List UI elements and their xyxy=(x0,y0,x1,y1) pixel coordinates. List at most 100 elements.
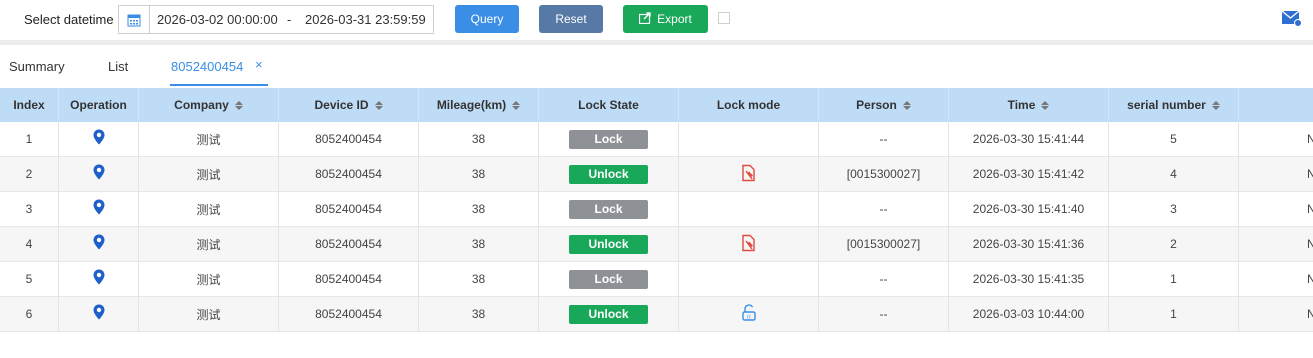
active-tab-indicator xyxy=(170,84,268,86)
header-mileage[interactable]: Mileage(km) xyxy=(419,88,539,122)
cell-mileage: 38 xyxy=(419,157,539,191)
cell-extra: N xyxy=(1307,167,1313,181)
cell-operation xyxy=(59,157,139,191)
location-pin-icon[interactable] xyxy=(93,269,105,289)
cell-serial-number: 1 xyxy=(1109,262,1239,296)
cell-operation xyxy=(59,262,139,296)
toolbar: Select datetime 2026-03-02 00:00:00 - 20… xyxy=(0,0,1313,40)
sort-icon[interactable] xyxy=(234,100,243,110)
cell-index: 4 xyxy=(0,227,59,261)
location-pin-icon[interactable] xyxy=(93,304,105,324)
datetime-range-input[interactable]: 2026-03-02 00:00:00 - 2026-03-31 23:59:5… xyxy=(118,5,434,34)
location-pin-icon[interactable] xyxy=(93,129,105,149)
export-button[interactable]: Export xyxy=(623,5,708,33)
cell-lock-state: Unlock xyxy=(539,227,679,261)
location-pin-icon[interactable] xyxy=(93,199,105,219)
lock-state-badge: Unlock xyxy=(569,304,648,324)
cell-person: -- xyxy=(819,262,949,296)
cell-serial-number: 5 xyxy=(1109,122,1239,156)
datetime-label: Select datetime xyxy=(24,12,114,27)
cell-serial-number: 1 xyxy=(1109,297,1239,331)
cell-person: [0015300027] xyxy=(819,227,949,261)
cell-serial-number: 4 xyxy=(1109,157,1239,191)
cell-mileage: 38 xyxy=(419,122,539,156)
end-datetime[interactable]: 2026-03-31 23:59:59 xyxy=(305,12,426,27)
cell-index: 1 xyxy=(0,122,59,156)
cell-person: -- xyxy=(819,297,949,331)
table-row[interactable]: 3 测试 8052400454 38 Lock -- 2026-03-30 15:41:40… xyxy=(0,192,1313,227)
cell-company: 测试 xyxy=(139,122,279,156)
mail-icon[interactable] xyxy=(1281,9,1302,30)
tab-device[interactable]: 8052400454 xyxy=(171,59,243,74)
location-pin-icon[interactable] xyxy=(93,234,105,254)
header-time[interactable]: Time xyxy=(949,88,1109,122)
lock-state-badge: Lock xyxy=(569,269,648,289)
cell-device-id: 8052400454 xyxy=(279,262,419,296)
cell-lock-mode: (( xyxy=(679,297,819,331)
sort-icon[interactable] xyxy=(512,100,521,110)
cell-person: [0015300027] xyxy=(819,157,949,191)
table-row[interactable]: 4 测试 8052400454 38 Unlock [0015300027] 2026-03… xyxy=(0,227,1313,262)
header-company[interactable]: Company xyxy=(139,88,279,122)
header-extra xyxy=(1239,88,1313,122)
cell-lock-mode xyxy=(679,122,819,156)
lock-state-badge: Lock xyxy=(569,199,648,219)
cell-mileage: 38 xyxy=(419,227,539,261)
remote-unlock-icon: (( xyxy=(740,303,758,325)
table-row[interactable]: 1 测试 8052400454 38 Lock -- 2026-03-30 15:41:44… xyxy=(0,122,1313,157)
cell-device-id: 8052400454 xyxy=(279,157,419,191)
table-row[interactable]: 5 测试 8052400454 38 Lock -- 2026-03-30 15:41:35… xyxy=(0,262,1313,297)
cell-lock-mode xyxy=(679,262,819,296)
table-row[interactable]: 6 测试 8052400454 38 Unlock ((-- 2026-03-03 10:4… xyxy=(0,297,1313,332)
cell-lock-state: Lock xyxy=(539,262,679,296)
cell-extra: N xyxy=(1307,307,1313,321)
cell-company: 测试 xyxy=(139,227,279,261)
close-icon[interactable]: × xyxy=(255,57,263,72)
cell-extra: N xyxy=(1307,202,1313,216)
cell-operation xyxy=(59,297,139,331)
cell-company: 测试 xyxy=(139,192,279,226)
cell-extra: N xyxy=(1307,132,1313,146)
lock-state-badge: Unlock xyxy=(569,164,648,184)
header-lock-state: Lock State xyxy=(539,88,679,122)
cell-index: 3 xyxy=(0,192,59,226)
cell-index: 5 xyxy=(0,262,59,296)
tab-summary[interactable]: Summary xyxy=(9,59,65,74)
cell-mileage: 38 xyxy=(419,192,539,226)
cell-operation xyxy=(59,227,139,261)
cell-mileage: 38 xyxy=(419,297,539,331)
sort-icon[interactable] xyxy=(902,100,911,110)
tab-list[interactable]: List xyxy=(108,59,128,74)
cell-index: 2 xyxy=(0,157,59,191)
query-button[interactable]: Query xyxy=(455,5,519,33)
cell-operation xyxy=(59,192,139,226)
cell-lock-state: Lock xyxy=(539,192,679,226)
sort-icon[interactable] xyxy=(1211,100,1220,110)
card-unlock-icon xyxy=(740,164,758,185)
cell-mileage: 38 xyxy=(419,262,539,296)
table-header: Index Operation Company Device ID Mileag… xyxy=(0,88,1313,122)
calendar-icon[interactable] xyxy=(119,6,150,33)
cell-lock-mode xyxy=(679,192,819,226)
cell-device-id: 8052400454 xyxy=(279,192,419,226)
lock-state-badge: Lock xyxy=(569,129,648,149)
table-row[interactable]: 2 测试 8052400454 38 Unlock [0015300027] 2026-03… xyxy=(0,157,1313,192)
header-person[interactable]: Person xyxy=(819,88,949,122)
header-serial-number[interactable]: serial number xyxy=(1109,88,1239,122)
reset-button[interactable]: Reset xyxy=(539,5,603,33)
start-datetime[interactable]: 2026-03-02 00:00:00 xyxy=(157,12,278,27)
sort-icon[interactable] xyxy=(1041,100,1050,110)
cell-lock-state: Unlock xyxy=(539,297,679,331)
header-device-id[interactable]: Device ID xyxy=(279,88,419,122)
cell-company: 测试 xyxy=(139,157,279,191)
cell-company: 测试 xyxy=(139,297,279,331)
option-checkbox[interactable] xyxy=(718,12,730,24)
cell-device-id: 8052400454 xyxy=(279,297,419,331)
location-pin-icon[interactable] xyxy=(93,164,105,184)
cell-extra: N xyxy=(1307,237,1313,251)
sort-icon[interactable] xyxy=(374,100,383,110)
toolbar-divider xyxy=(0,40,1313,45)
svg-text:((: (( xyxy=(746,314,750,320)
lock-state-badge: Unlock xyxy=(569,234,648,254)
header-operation: Operation xyxy=(59,88,139,122)
